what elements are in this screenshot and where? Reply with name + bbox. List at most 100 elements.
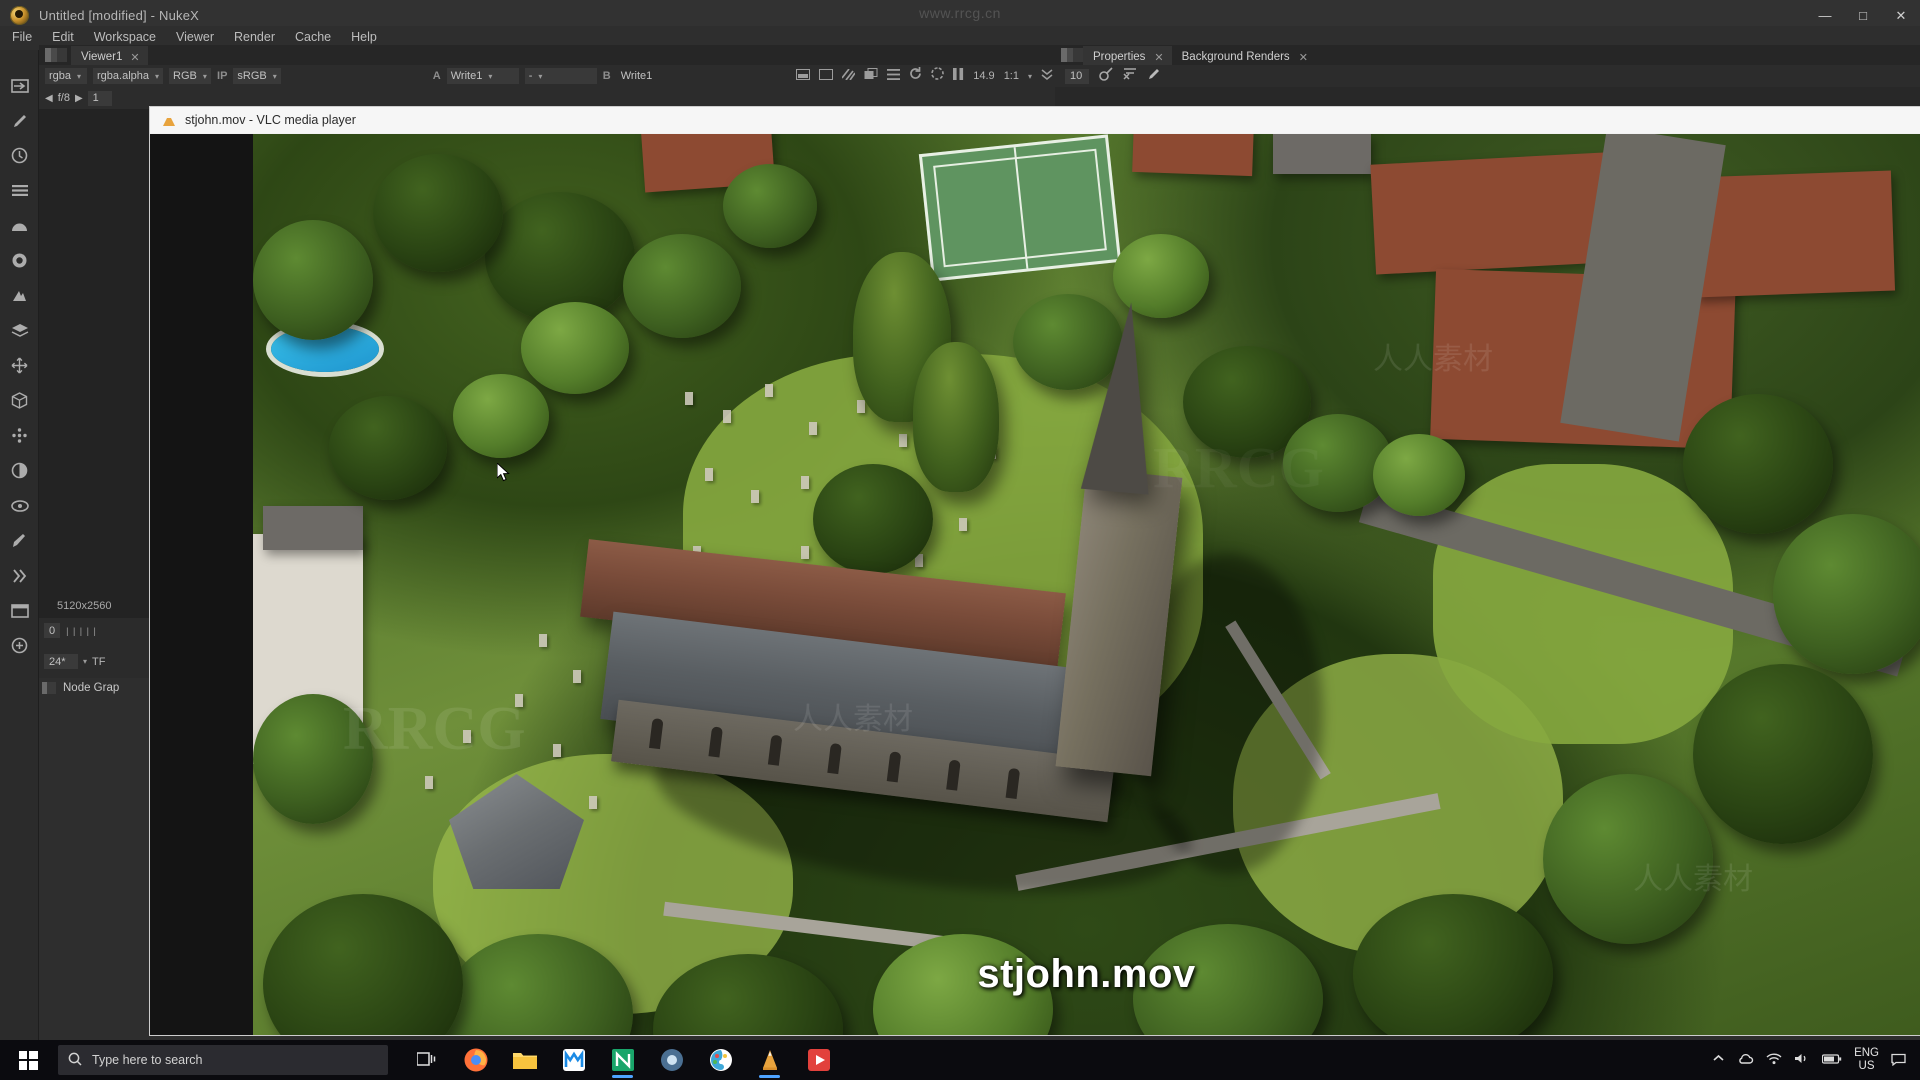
color-wheel-icon[interactable]	[0, 208, 39, 243]
3d-cube-icon[interactable]	[0, 383, 39, 418]
chevron-down-icon[interactable]: ▾	[1028, 72, 1032, 81]
input-mix-dropdown[interactable]: - ▾	[524, 68, 597, 84]
ip-toggle[interactable]: IP	[217, 70, 227, 82]
roi-icon[interactable]	[796, 67, 811, 85]
panel-grip-icon[interactable]	[42, 681, 56, 694]
float-window-icon[interactable]	[864, 67, 878, 85]
proxy-icon[interactable]	[819, 67, 834, 85]
current-frame-input[interactable]: 0	[44, 623, 61, 638]
refresh-icon[interactable]	[909, 67, 922, 85]
chevron-up-icon[interactable]	[1712, 1052, 1725, 1068]
channel-merge-icon[interactable]	[0, 173, 39, 208]
gain-value[interactable]: 14.9	[973, 70, 994, 82]
menu-cache[interactable]: Cache	[295, 30, 331, 44]
taskbar-app-icons	[402, 1040, 843, 1080]
display-channels-dropdown[interactable]: RGB ▾	[169, 68, 212, 84]
keyer-icon[interactable]	[0, 278, 39, 313]
nuke-icon[interactable]	[598, 1040, 647, 1080]
tf-label[interactable]: TF	[92, 656, 105, 668]
menu-viewer[interactable]: Viewer	[176, 30, 214, 44]
frame-number-input[interactable]: 1	[87, 90, 112, 106]
lock-properties-icon[interactable]	[1099, 66, 1113, 86]
layer-stack-icon[interactable]	[0, 313, 39, 348]
taskbar-search[interactable]: Type here to search	[58, 1045, 388, 1075]
metadata-icon[interactable]	[0, 488, 39, 523]
panel-grip-icon[interactable]	[1061, 48, 1083, 62]
paint-icon[interactable]	[696, 1040, 745, 1080]
tab-node-graph[interactable]: Node Grap	[42, 678, 119, 697]
tab-properties[interactable]: Properties ✕	[1083, 46, 1172, 65]
input-b-value: Write1	[620, 70, 653, 82]
cloud-icon[interactable]	[1737, 1052, 1754, 1068]
edit-properties-icon[interactable]	[1147, 67, 1161, 86]
menu-edit[interactable]: Edit	[52, 30, 74, 44]
input-a-dropdown[interactable]: Write1 ▾	[446, 68, 519, 84]
channel-set-dropdown[interactable]: rgba ▾	[45, 68, 87, 84]
colorspace-dropdown[interactable]: sRGB ▾	[233, 68, 281, 84]
panel-grip-icon[interactable]	[45, 48, 67, 62]
filter-blur-icon[interactable]	[0, 243, 39, 278]
tab-viewer1[interactable]: Viewer1 ✕	[71, 46, 148, 65]
menu-render[interactable]: Render	[234, 30, 275, 44]
input-a-label: A	[432, 70, 441, 82]
tab-background-renders-close-icon[interactable]: ✕	[1299, 51, 1308, 64]
paint-brush-icon[interactable]	[0, 523, 39, 558]
menu-file[interactable]: File	[12, 30, 32, 44]
deep-icon[interactable]	[0, 453, 39, 488]
vlc-video-surface[interactable]: RRCG 人人素材 人人素材 RRCG 人人素材 stjohn.mov	[253, 134, 1920, 1035]
tab-viewer1-close-icon[interactable]: ✕	[130, 51, 139, 64]
image-input-icon[interactable]	[0, 68, 39, 103]
vlc-icon[interactable]	[745, 1040, 794, 1080]
menu-help[interactable]: Help	[351, 30, 377, 44]
cache-icon[interactable]	[931, 67, 944, 85]
wipe-icon[interactable]	[841, 67, 856, 85]
language-indicator[interactable]: ENG US	[1854, 1047, 1879, 1073]
frame-rate-label: f/8	[57, 92, 70, 104]
volume-icon[interactable]	[1794, 1052, 1810, 1068]
tab-properties-close-icon[interactable]: ✕	[1154, 51, 1163, 64]
expand-chevrons-icon[interactable]	[1041, 67, 1053, 85]
camtasia-icon[interactable]	[794, 1040, 843, 1080]
viewer-resolution-label: 5120x2560	[57, 600, 112, 612]
tab-background-renders[interactable]: Background Renders ✕	[1172, 46, 1316, 65]
viewer-tool-cluster: 14.9 1:1 ▾	[796, 67, 1053, 85]
node-toolbar	[0, 50, 39, 1040]
chevron-down-icon[interactable]: ▾	[77, 72, 81, 81]
transform-move-icon[interactable]	[0, 348, 39, 383]
time-clock-icon[interactable]	[0, 138, 39, 173]
chevron-down-icon[interactable]: ▾	[273, 72, 277, 81]
network-icon[interactable]	[1766, 1052, 1782, 1068]
input-b-dropdown[interactable]: Write1	[617, 68, 681, 84]
firefox-icon[interactable]	[451, 1040, 500, 1080]
toolsets-icon[interactable]	[0, 558, 39, 593]
mega-icon[interactable]	[549, 1040, 598, 1080]
chevron-down-icon[interactable]: ▾	[538, 72, 542, 81]
viewer-window-icon[interactable]	[0, 593, 39, 628]
viewer-frame-row: ◀ f/8 ▶ 1	[39, 87, 1059, 109]
channel-layer-dropdown[interactable]: rgba.alpha ▾	[93, 68, 164, 84]
chevron-down-icon[interactable]: ▾	[155, 72, 159, 81]
battery-icon[interactable]	[1821, 1053, 1842, 1068]
max-panels-input[interactable]: 10	[1065, 68, 1089, 84]
zoom-value[interactable]: 1:1	[1004, 70, 1019, 82]
chevron-down-icon[interactable]: ▾	[203, 72, 207, 81]
particles-icon[interactable]	[0, 418, 39, 453]
other-plugins-icon[interactable]	[0, 628, 39, 663]
file-explorer-icon[interactable]	[500, 1040, 549, 1080]
pause-icon[interactable]	[953, 67, 964, 85]
chevron-down-icon[interactable]: ▾	[488, 72, 492, 81]
task-view-icon[interactable]	[402, 1040, 451, 1080]
layout-menu-icon[interactable]	[887, 67, 901, 85]
menu-workspace[interactable]: Workspace	[94, 30, 156, 44]
tab-background-renders-label: Background Renders	[1181, 51, 1290, 63]
draw-pen-icon[interactable]	[0, 103, 39, 138]
notification-icon[interactable]	[1891, 1052, 1906, 1069]
fps-dropdown[interactable]: 24*	[44, 654, 78, 669]
chevron-down-icon[interactable]: ▾	[83, 657, 87, 666]
media-app-icon[interactable]	[647, 1040, 696, 1080]
search-input[interactable]: Type here to search	[92, 1053, 202, 1067]
prev-frame-button[interactable]: ◀	[45, 93, 53, 104]
next-frame-button[interactable]: ▶	[75, 93, 83, 104]
start-button[interactable]	[0, 1040, 56, 1080]
clear-properties-icon[interactable]	[1123, 67, 1137, 86]
